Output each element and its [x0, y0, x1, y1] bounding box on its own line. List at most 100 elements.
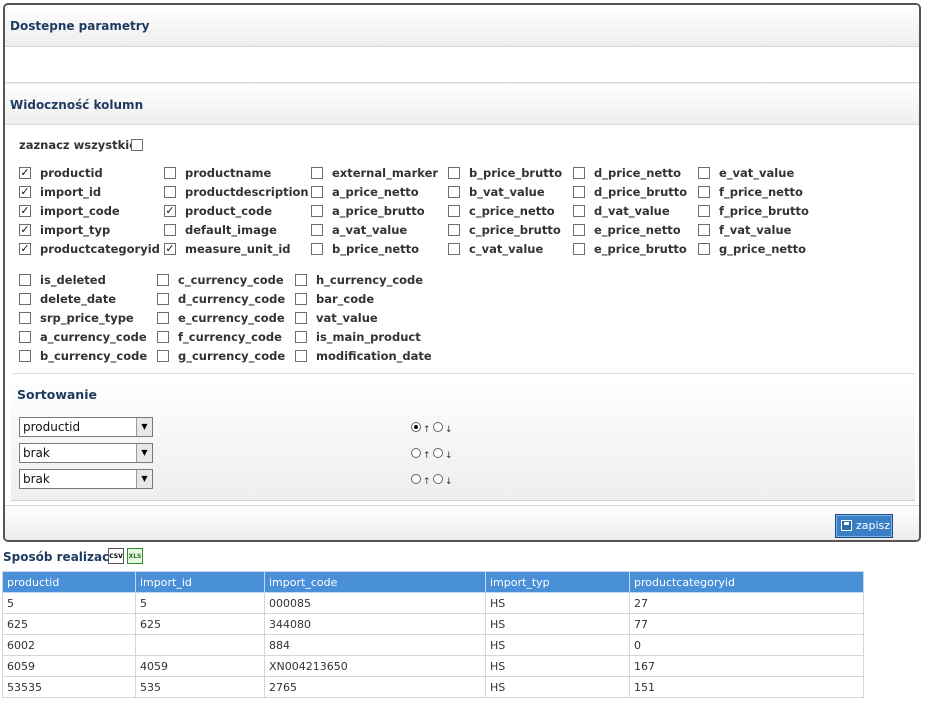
column-checkbox-modification-date[interactable]: [295, 350, 307, 362]
column-header[interactable]: productid: [2, 571, 136, 593]
xls-export-icon[interactable]: XLS: [127, 548, 143, 564]
sort-select-3[interactable]: brak ▼: [19, 469, 153, 489]
column-checkbox-label: b_price_brutto: [469, 166, 563, 180]
chevron-down-icon[interactable]: ▼: [136, 470, 152, 488]
arrow-up-icon: ↑: [423, 425, 431, 435]
table-row: 53535 535 2765 HS 151: [2, 676, 864, 698]
column-checkbox-b-price-brutto[interactable]: [448, 167, 460, 179]
column-checkbox-import-code[interactable]: ✓: [19, 205, 31, 217]
column-checkbox-label: a_vat_value: [332, 223, 408, 237]
column-checkbox-import-id[interactable]: ✓: [19, 186, 31, 198]
column-checkbox-srp-price-type[interactable]: [19, 312, 31, 324]
column-checkbox-productid[interactable]: ✓: [19, 167, 31, 179]
column-checkbox-e-currency-code[interactable]: [157, 312, 169, 324]
save-button-label: zapisz: [856, 519, 891, 532]
table-cell: 53535: [2, 676, 136, 698]
column-checkbox-productdescription[interactable]: [164, 186, 176, 198]
column-checkbox-label: external_marker: [332, 166, 439, 180]
csv-export-icon[interactable]: CSV: [108, 548, 124, 564]
save-button[interactable]: zapisz: [835, 514, 893, 538]
column-checkbox-d-vat-value[interactable]: [573, 205, 585, 217]
sort-asc-radio[interactable]: [411, 422, 421, 432]
chevron-down-icon[interactable]: ▼: [136, 418, 152, 436]
column-checkbox-import-typ[interactable]: ✓: [19, 224, 31, 236]
column-checkbox-productname[interactable]: [164, 167, 176, 179]
sort-select-1-value: productid: [23, 420, 81, 434]
select-all-label: zaznacz wszystkie: [19, 138, 137, 152]
column-checkbox-e-vat-value[interactable]: [698, 167, 710, 179]
column-checkbox-d-currency-code[interactable]: [157, 293, 169, 305]
column-checkbox-a-price-brutto[interactable]: [311, 205, 323, 217]
column-checkbox-d-price-brutto[interactable]: [573, 186, 585, 198]
column-checkbox-b-currency-code[interactable]: [19, 350, 31, 362]
column-header[interactable]: productcategoryid: [629, 571, 864, 593]
column-checkbox-is-main-product[interactable]: [295, 331, 307, 343]
column-checkbox-productcategoryid[interactable]: ✓: [19, 243, 31, 255]
table-cell: 77: [629, 613, 864, 635]
column-checkbox-label: product_code: [185, 204, 273, 218]
sort-desc-radio[interactable]: [433, 422, 443, 432]
column-checkbox-e-price-brutto[interactable]: [573, 243, 585, 255]
column-checkbox-c-vat-value[interactable]: [448, 243, 460, 255]
select-all-checkbox[interactable]: [131, 139, 143, 151]
column-checkbox-is-deleted[interactable]: [19, 274, 31, 286]
sort-select-2[interactable]: brak ▼: [19, 443, 153, 463]
table-cell: 151: [629, 676, 864, 698]
table-cell: 6002: [2, 634, 136, 656]
column-checkbox-label: b_vat_value: [469, 185, 545, 199]
table-cell: 167: [629, 655, 864, 677]
sort-select-3-value: brak: [23, 472, 50, 486]
table-header-row: productid import_id import_code import_t…: [2, 571, 864, 593]
sort-select-1[interactable]: productid ▼: [19, 417, 153, 437]
column-checkbox-d-price-netto[interactable]: [573, 167, 585, 179]
column-checkbox-label: c_vat_value: [469, 242, 544, 256]
column-checkbox-external-marker[interactable]: [311, 167, 323, 179]
column-header[interactable]: import_code: [264, 571, 486, 593]
column-checkbox-label: f_currency_code: [178, 330, 282, 344]
column-checkbox-e-price-netto[interactable]: [573, 224, 585, 236]
column-checkbox-measure-unit-id[interactable]: ✓: [164, 243, 176, 255]
column-checkbox-c-currency-code[interactable]: [157, 274, 169, 286]
column-checkbox-delete-date[interactable]: [19, 293, 31, 305]
column-checkbox-default-image[interactable]: [164, 224, 176, 236]
column-header[interactable]: import_typ: [485, 571, 630, 593]
sort-desc-radio[interactable]: [433, 474, 443, 484]
table-cell: 625: [2, 613, 136, 635]
column-checkbox-b-price-netto[interactable]: [311, 243, 323, 255]
column-checkbox-label: productcategoryid: [40, 242, 160, 256]
column-checkbox-f-currency-code[interactable]: [157, 331, 169, 343]
column-checkbox-c-price-netto[interactable]: [448, 205, 460, 217]
column-checkbox-a-vat-value[interactable]: [311, 224, 323, 236]
table-cell: 5: [2, 592, 136, 614]
column-checkbox-f-price-brutto[interactable]: [698, 205, 710, 217]
column-checkbox-f-vat-value[interactable]: [698, 224, 710, 236]
column-checkbox-label: g_price_netto: [719, 242, 807, 256]
column-checkbox-vat-value[interactable]: [295, 312, 307, 324]
column-checkbox-label: c_price_netto: [469, 204, 555, 218]
column-checkbox-bar-code[interactable]: [295, 293, 307, 305]
column-checkbox-f-price-netto[interactable]: [698, 186, 710, 198]
table-cell: 535: [135, 676, 265, 698]
column-checkbox-g-currency-code[interactable]: [157, 350, 169, 362]
column-checkbox-label: is_deleted: [40, 273, 106, 287]
column-checkbox-label: h_currency_code: [316, 273, 424, 287]
column-checkbox-label: default_image: [185, 223, 277, 237]
column-checkbox-a-currency-code[interactable]: [19, 331, 31, 343]
chevron-down-icon[interactable]: ▼: [136, 444, 152, 462]
sort-asc-radio[interactable]: [411, 448, 421, 458]
column-checkbox-label: a_price_brutto: [332, 204, 425, 218]
table-cell: 0: [629, 634, 864, 656]
column-checkbox-label: e_price_brutto: [594, 242, 687, 256]
column-checkbox-product-code[interactable]: ✓: [164, 205, 176, 217]
sort-desc-radio[interactable]: [433, 448, 443, 458]
column-header[interactable]: import_id: [135, 571, 265, 593]
column-checkbox-a-price-netto[interactable]: [311, 186, 323, 198]
table-cell: HS: [485, 676, 630, 698]
column-checkbox-g-price-netto[interactable]: [698, 243, 710, 255]
column-checkbox-label: d_currency_code: [178, 292, 286, 306]
column-checkbox-h-currency-code[interactable]: [295, 274, 307, 286]
column-checkbox-c-price-brutto[interactable]: [448, 224, 460, 236]
sort-asc-radio[interactable]: [411, 474, 421, 484]
available-params-body: [5, 47, 919, 83]
column-checkbox-b-vat-value[interactable]: [448, 186, 460, 198]
